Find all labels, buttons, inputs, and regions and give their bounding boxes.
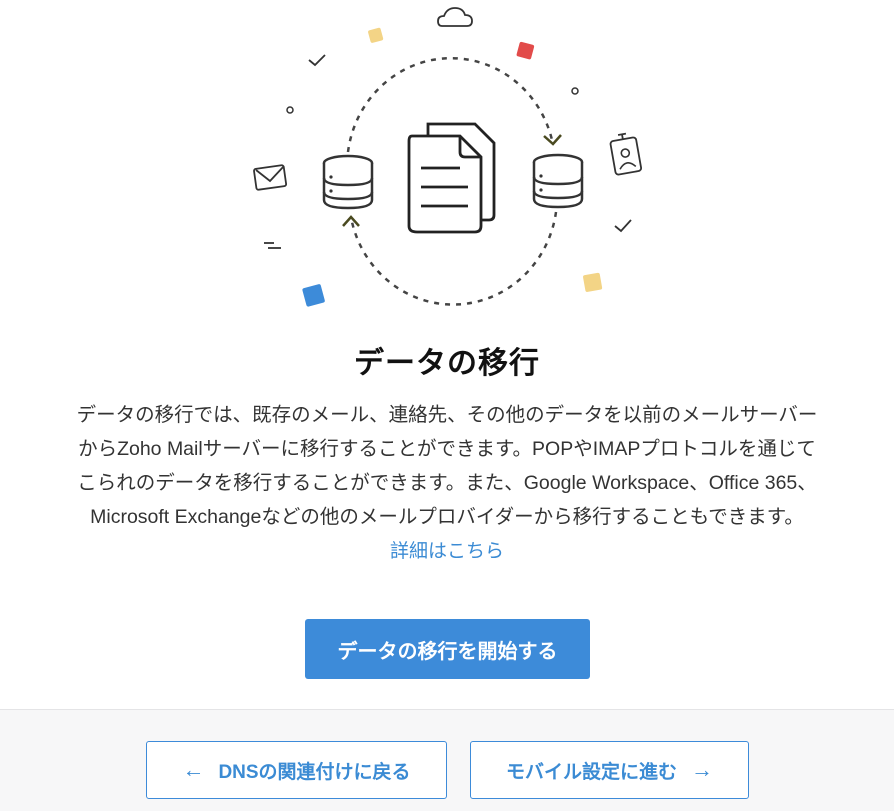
checkmark-icon bbox=[308, 54, 326, 67]
confetti-red bbox=[516, 41, 535, 60]
footer-nav: ← DNSの関連付けに戻る モバイル設定に進む → bbox=[0, 709, 894, 811]
document-icon bbox=[407, 122, 496, 234]
database-icon-right bbox=[532, 153, 584, 209]
description-line: からZoho Mailサーバーに移行することができます。POPやIMAPプロトコ… bbox=[78, 438, 816, 460]
id-card-icon bbox=[609, 132, 643, 176]
back-to-dns-button[interactable]: ← DNSの関連付けに戻る bbox=[146, 741, 447, 799]
confetti-blue bbox=[302, 284, 325, 307]
learn-more-link[interactable]: 詳細はこちら bbox=[0, 536, 894, 563]
data-migration-illustration bbox=[253, 7, 643, 307]
arrow-head-left-icon bbox=[342, 215, 360, 227]
confetti-yellow-top bbox=[368, 27, 384, 43]
next-button-label: モバイル設定に進む bbox=[505, 761, 677, 783]
description-line: データの移行では、既存のメール、連絡先、その他のデータを以前のメールサーバー bbox=[76, 404, 818, 426]
start-migration-button[interactable]: データの移行を開始する bbox=[305, 619, 590, 679]
back-button-label: DNSの関連付けに戻る bbox=[218, 761, 411, 783]
arrow-head-right-icon bbox=[543, 134, 562, 146]
dot-icon bbox=[571, 87, 579, 95]
arrow-left-icon: ← bbox=[182, 757, 205, 782]
description-line: こられのデータを移行することができます。また、Google Workspace、… bbox=[77, 472, 817, 494]
page-title: データの移行 bbox=[354, 347, 540, 380]
arrow-right-icon: → bbox=[691, 757, 713, 782]
description-line: Microsoft Exchangeなどの他のメールプロバイダーから移行すること… bbox=[90, 506, 804, 528]
description: データの移行では、既存のメール、連絡先、その他のデータを以前のメールサーバー か… bbox=[40, 398, 854, 534]
mail-icon bbox=[253, 164, 288, 191]
confetti-yellow-bottom bbox=[583, 272, 603, 292]
checkmark-icon bbox=[614, 219, 632, 233]
next-mobile-settings-button[interactable]: モバイル設定に進む → bbox=[470, 741, 749, 799]
cloud-icon bbox=[437, 7, 473, 27]
dot-icon bbox=[286, 106, 294, 114]
database-icon-left bbox=[322, 154, 374, 210]
